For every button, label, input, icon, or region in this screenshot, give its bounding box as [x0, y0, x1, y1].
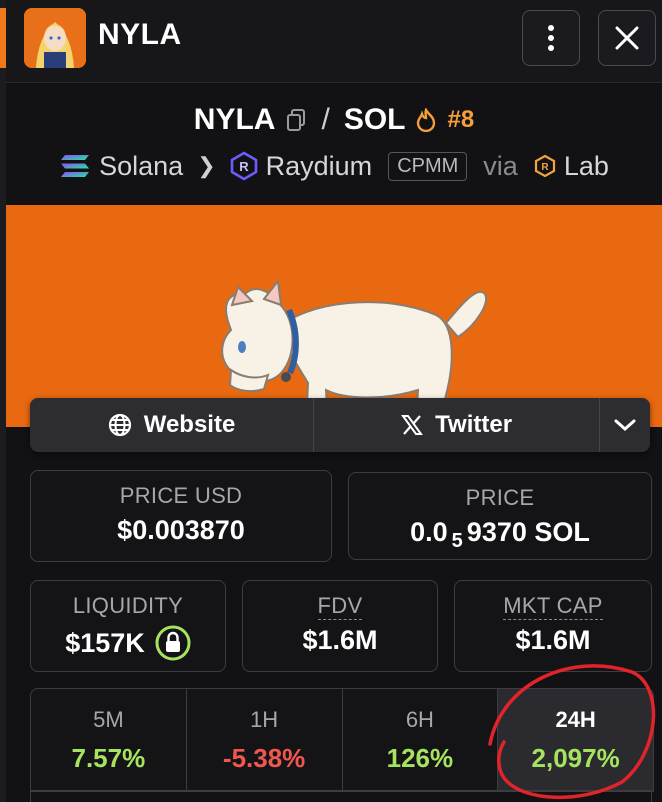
source-name[interactable]: Lab — [564, 151, 609, 182]
timeframe-tabs: 5M 7.57% 1H -5.38% 6H 126% 24H 2,097% — [30, 688, 654, 792]
svg-text:R: R — [541, 162, 549, 173]
price-usd-card: PRICE USD $0.003870 — [30, 470, 332, 562]
website-button[interactable]: Website — [30, 398, 315, 452]
pair-title: NYLA / SOL #8 — [6, 100, 662, 140]
tab-24h[interactable]: 24H 2,097% — [498, 689, 653, 791]
pair-base: NYLA — [193, 103, 276, 136]
market-cap-value: $1.6M — [515, 625, 591, 655]
token-avatar — [24, 8, 86, 68]
liquidity-label: LIQUIDITY — [72, 593, 184, 618]
price-native-card: PRICE 0.0 5 9370 SOL — [348, 472, 652, 560]
chevron-right-icon: ❯ — [197, 153, 216, 178]
raydium-icon: R — [230, 151, 257, 181]
panel-bottom-edge — [30, 790, 652, 802]
fdv-value: $1.6M — [302, 625, 378, 655]
more-links-button[interactable] — [600, 398, 650, 452]
twitter-button[interactable]: Twitter — [314, 398, 601, 452]
market-cap-card: MKT CAP $1.6M — [454, 580, 652, 672]
dex-name[interactable]: Raydium — [266, 151, 373, 182]
price-label: PRICE — [465, 485, 535, 510]
liquidity-value: $157K — [65, 627, 145, 658]
tab-1h[interactable]: 1H -5.38% — [187, 689, 343, 791]
trending-rank[interactable]: #8 — [447, 106, 474, 134]
timeframe-change: 7.57% — [71, 743, 146, 773]
fdv-label[interactable]: FDV — [317, 593, 363, 620]
chain-name[interactable]: Solana — [99, 151, 183, 182]
pool-type-badge: CPMM — [388, 151, 468, 181]
pair-separator: / — [321, 103, 330, 136]
price-native-value: 0.0 5 9370 SOL — [349, 517, 651, 552]
timeframe-label: 5M — [93, 707, 124, 732]
price-usd-value: $0.003870 — [117, 515, 245, 545]
token-header: NYLA — [6, 0, 662, 83]
price-digits: 9370 SOL — [466, 517, 590, 547]
timeframe-change: 2,097% — [531, 743, 620, 773]
timeframe-label: 1H — [250, 707, 279, 732]
menu-dots-icon — [548, 25, 554, 51]
twitter-label: Twitter — [435, 411, 513, 438]
liquidity-value-row: $157K — [31, 625, 225, 661]
timeframe-label: 24H — [555, 707, 596, 732]
token-title: NYLA — [98, 18, 182, 51]
lab-icon: R — [534, 154, 555, 178]
flame-icon — [417, 108, 436, 132]
timeframe-label: 6H — [405, 707, 434, 732]
timeframe-change: -5.38% — [222, 743, 306, 773]
pair-quote: SOL — [343, 103, 406, 136]
x-logo-icon — [401, 415, 424, 435]
liquidity-card: LIQUIDITY $157K — [30, 580, 226, 672]
token-banner-image — [6, 205, 662, 427]
more-options-button[interactable] — [522, 10, 580, 66]
market-cap-label[interactable]: MKT CAP — [503, 593, 603, 620]
svg-text:R: R — [239, 159, 249, 174]
solana-icon — [61, 155, 90, 177]
globe-icon — [108, 413, 131, 437]
fdv-card: FDV $1.6M — [242, 580, 438, 672]
via-label: via — [483, 150, 518, 181]
copy-icon[interactable] — [285, 108, 307, 132]
website-label: Website — [143, 411, 236, 438]
chevron-down-icon — [614, 419, 636, 432]
price-zero-count: 5 — [451, 530, 463, 552]
tab-6h[interactable]: 6H 126% — [343, 689, 499, 791]
price-usd-label: PRICE USD — [119, 483, 243, 508]
price-prefix: 0.0 — [410, 517, 448, 547]
lock-icon[interactable] — [155, 625, 191, 661]
tab-5m[interactable]: 5M 7.57% — [31, 689, 187, 791]
timeframe-change: 126% — [386, 743, 454, 773]
social-links-bar: Website Twitter — [30, 398, 650, 452]
close-button[interactable] — [598, 10, 656, 66]
close-icon — [615, 26, 639, 50]
route-breadcrumb: Solana ❯ R Raydium CPMM via R Lab — [6, 144, 662, 188]
